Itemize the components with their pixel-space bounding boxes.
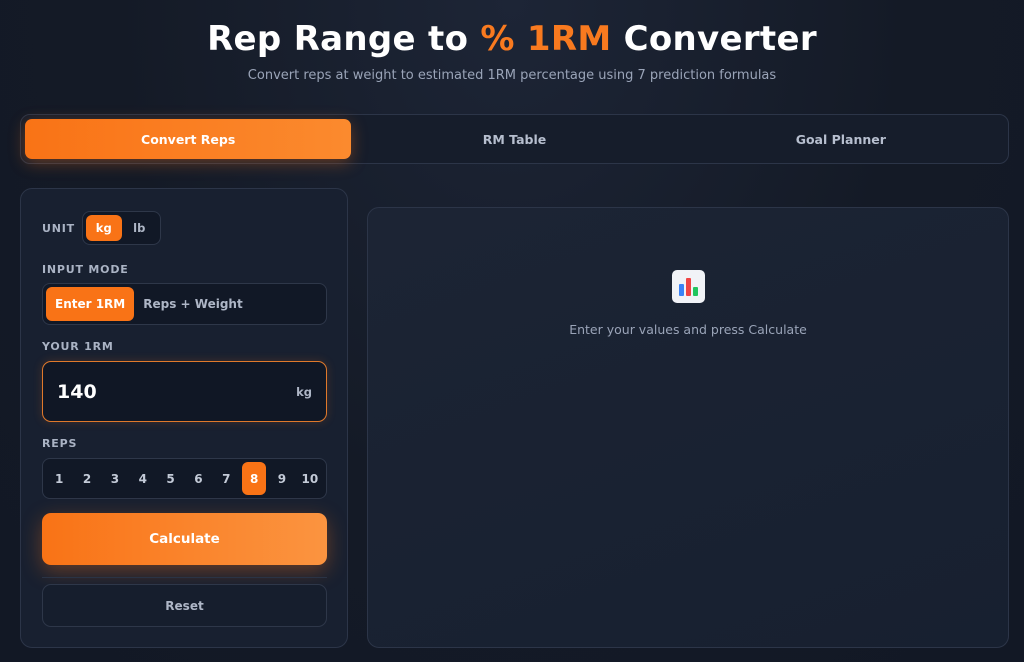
mode-enter-1rm-button[interactable]: Enter 1RM <box>46 287 135 321</box>
page-title: Rep Range to % 1RM Converter <box>0 18 1024 60</box>
rep-option[interactable]: 6 <box>186 462 210 495</box>
rep-option[interactable]: 4 <box>131 462 155 495</box>
reset-button[interactable]: Reset <box>42 584 327 627</box>
rep-option[interactable]: 1 <box>47 462 71 495</box>
tab-convert-reps[interactable]: Convert Reps <box>25 119 352 159</box>
input-mode-toggle: Enter 1RM Reps + Weight <box>42 283 327 325</box>
your-1rm-label: YOUR 1RM <box>42 340 114 353</box>
input-panel: UNIT kg lb INPUT MODE Enter 1RM Reps + W… <box>20 188 348 648</box>
empty-state-message: Enter your values and press Calculate <box>569 322 807 337</box>
rep-option[interactable]: 3 <box>103 462 127 495</box>
calculate-button[interactable]: Calculate <box>42 513 327 565</box>
reps-label: REPS <box>42 437 78 450</box>
reps-selector: 1 2 3 4 5 6 7 8 9 10 <box>42 458 327 499</box>
one-rm-value[interactable]: 140 <box>57 381 97 403</box>
title-prefix: Rep Range to <box>207 19 481 59</box>
page-subtitle: Convert reps at weight to estimated 1RM … <box>247 68 777 83</box>
tab-goal-planner[interactable]: Goal Planner <box>678 119 1004 159</box>
divider <box>42 577 327 578</box>
rep-option[interactable]: 10 <box>298 462 322 495</box>
title-suffix: Converter <box>611 19 817 59</box>
unit-kg-button[interactable]: kg <box>86 215 122 241</box>
bar-chart-icon <box>672 270 705 303</box>
rep-option[interactable]: 8 <box>241 462 267 495</box>
mode-reps-weight-button[interactable]: Reps + Weight <box>134 287 251 321</box>
page-header: Rep Range to % 1RM Converter Convert rep… <box>0 18 1024 83</box>
title-accent: % 1RM <box>480 19 612 59</box>
rep-option[interactable]: 9 <box>270 462 294 495</box>
one-rm-input[interactable]: 140 kg <box>42 361 327 422</box>
rep-option[interactable]: 5 <box>158 462 182 495</box>
rep-option[interactable]: 2 <box>75 462 99 495</box>
input-mode-label: INPUT MODE <box>42 263 129 276</box>
unit-toggle: kg lb <box>82 211 161 245</box>
tab-rm-table[interactable]: RM Table <box>351 119 677 159</box>
rep-option[interactable]: 7 <box>214 462 238 495</box>
tab-bar: Convert Reps RM Table Goal Planner <box>20 114 1009 164</box>
results-panel: Enter your values and press Calculate <box>367 207 1009 648</box>
one-rm-unit: kg <box>296 384 312 399</box>
unit-lb-button[interactable]: lb <box>122 215 158 241</box>
unit-label: UNIT <box>42 222 75 235</box>
